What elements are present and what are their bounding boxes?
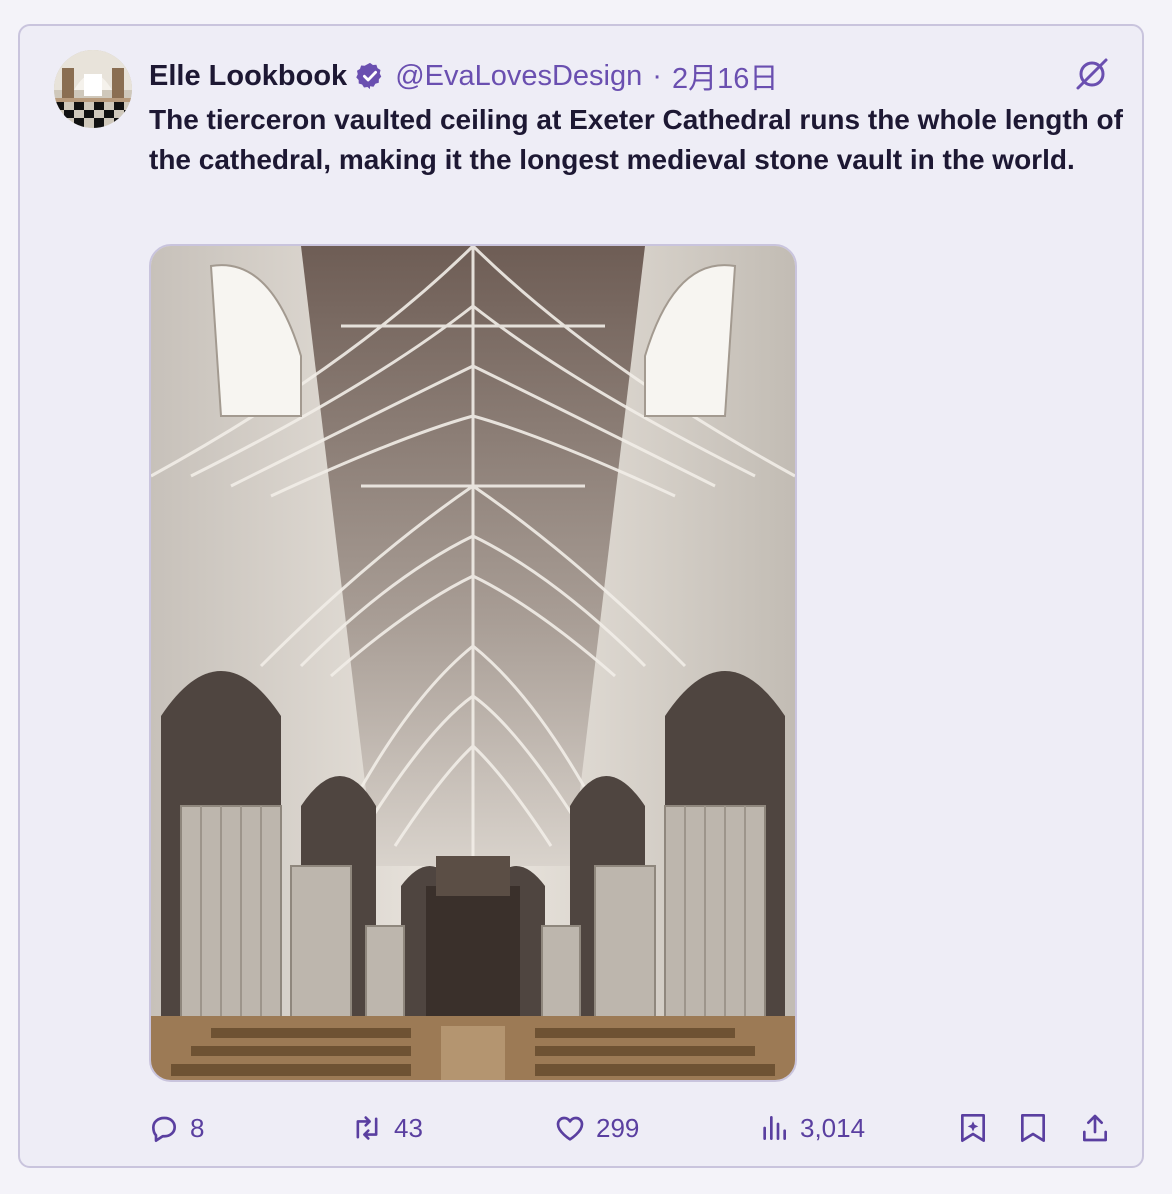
- user-handle[interactable]: @EvaLovesDesign: [395, 60, 642, 93]
- post-date[interactable]: 2月16日: [672, 55, 778, 97]
- bookmark-icon: [1018, 1112, 1048, 1144]
- like-button[interactable]: 299: [554, 1108, 639, 1148]
- repost-icon: [350, 1112, 384, 1144]
- verified-badge-icon[interactable]: [355, 61, 385, 91]
- repost-button[interactable]: 43: [350, 1108, 423, 1148]
- separator-dot: ·: [652, 59, 662, 92]
- post-image[interactable]: [149, 244, 797, 1082]
- repost-count: 43: [394, 1112, 423, 1143]
- reply-count: 8: [190, 1112, 205, 1143]
- action-bar: 8 43 299 3,014: [20, 1108, 1142, 1148]
- bookmark-sparkle-icon: [958, 1112, 988, 1144]
- cathedral-vault-image: [151, 246, 795, 1080]
- post-text: The tierceron vaulted ceiling at Exeter …: [149, 104, 1123, 175]
- avatar[interactable]: [54, 50, 132, 128]
- reply-icon: [148, 1112, 180, 1144]
- grok-icon[interactable]: [1072, 54, 1112, 94]
- like-count: 299: [596, 1112, 640, 1143]
- bookmark-sparkle-button[interactable]: [958, 1108, 988, 1148]
- bookmark-button[interactable]: [1018, 1108, 1048, 1148]
- reply-button[interactable]: 8: [148, 1108, 204, 1148]
- share-icon: [1080, 1112, 1110, 1144]
- post-header: Elle Lookbook @EvaLovesDesign · 2月16日: [149, 56, 778, 96]
- share-button[interactable]: [1080, 1108, 1110, 1148]
- post-card[interactable]: Elle Lookbook @EvaLovesDesign · 2月16日 Th…: [18, 24, 1144, 1168]
- display-name[interactable]: Elle Lookbook: [149, 60, 347, 93]
- heart-icon: [554, 1112, 586, 1144]
- views-button[interactable]: 3,014: [758, 1108, 865, 1148]
- views-icon: [758, 1112, 790, 1144]
- views-count: 3,014: [800, 1112, 866, 1143]
